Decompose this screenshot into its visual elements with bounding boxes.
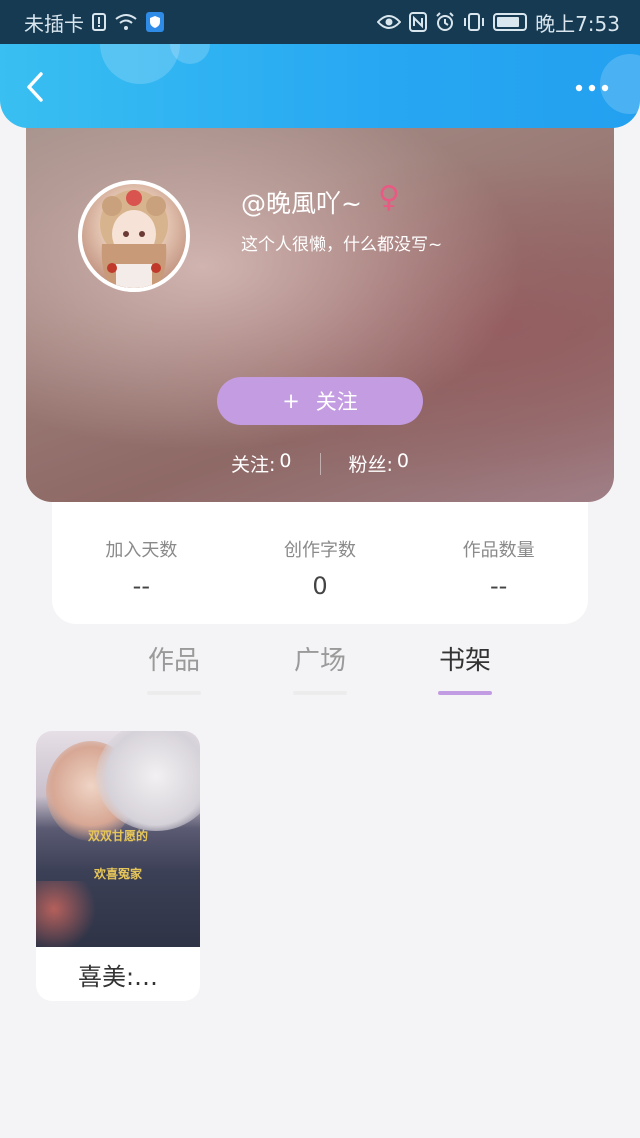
- clock: 晚上7:53: [535, 11, 620, 36]
- stat-value: --: [132, 572, 150, 600]
- stat-value: 0: [312, 572, 328, 600]
- carrier-label: 未插卡: [24, 11, 84, 36]
- following-count[interactable]: 关注: 0: [231, 450, 292, 477]
- avatar-illustration: [100, 190, 168, 288]
- follow-button-label: 关注: [315, 390, 358, 414]
- stat-label: 加入天数: [105, 540, 178, 561]
- tab-underline: [147, 691, 201, 695]
- tab-label: 作品: [147, 646, 200, 676]
- tab-bookshelf[interactable]: 书架: [415, 640, 515, 695]
- status-bar: 未插卡 晚上7:53: [0, 0, 640, 44]
- tab-label: 广场: [293, 646, 346, 676]
- nfc-icon: [409, 12, 428, 32]
- status-right: 晚上7:53: [377, 8, 620, 37]
- fans-value: 0: [396, 450, 409, 472]
- back-button[interactable]: [20, 70, 50, 104]
- fans-label: 粉丝:: [348, 454, 393, 476]
- eye-icon: [377, 14, 402, 30]
- stat-word-count: 创作字数 0: [245, 536, 395, 600]
- stat-value: --: [489, 572, 508, 600]
- user-bio: 这个人很懒，什么都没写~: [241, 235, 443, 255]
- stat-label: 作品数量: [462, 540, 535, 561]
- tab-label: 书架: [438, 646, 491, 676]
- count-divider: [319, 452, 321, 475]
- tab-square[interactable]: 广场: [270, 640, 370, 695]
- stats-card: 加入天数 -- 创作字数 0 作品数量 --: [52, 502, 588, 624]
- follow-button[interactable]: + 关注: [217, 377, 423, 425]
- fans-count[interactable]: 粉丝: 0: [349, 450, 410, 477]
- profile-header-card: @晚風吖~ ♀ 这个人很懒，什么都没写~ + 关注 关注: 0 粉丝: 0: [26, 110, 614, 502]
- stat-label: 创作字数: [283, 540, 356, 561]
- cover-text-line: 双双甘愿的: [87, 829, 148, 843]
- book-cover: 双双甘愿的 欢喜冤家: [36, 731, 200, 947]
- username: @晚風吖~: [241, 189, 362, 218]
- chevron-left-icon: [27, 72, 43, 102]
- follow-counts: 关注: 0 粉丝: 0: [26, 450, 614, 477]
- more-horizontal-icon: [575, 84, 609, 92]
- tab-underline-active: [438, 691, 492, 695]
- alarm-icon: [435, 12, 455, 32]
- plus-icon: +: [282, 389, 300, 413]
- tab-underline: [293, 691, 347, 695]
- battery-icon: [493, 13, 528, 31]
- cover-art-accent: [36, 881, 96, 947]
- female-gender-icon: ♀: [378, 180, 400, 215]
- decor-bubble: [100, 44, 180, 84]
- stat-works-count: 作品数量 --: [424, 536, 574, 600]
- security-shield-icon: [146, 12, 164, 32]
- wifi-icon: [114, 13, 138, 31]
- avatar[interactable]: [78, 180, 190, 292]
- following-value: 0: [279, 450, 292, 472]
- tab-works[interactable]: 作品: [124, 640, 224, 695]
- more-options-button[interactable]: [572, 76, 612, 100]
- stat-join-days: 加入天数 --: [66, 536, 216, 600]
- profile-tabs: 作品 广场 书架: [0, 640, 640, 700]
- cover-text-line: 欢喜冤家: [93, 867, 142, 881]
- top-navbar: [0, 44, 640, 128]
- vibrate-icon: [463, 12, 485, 32]
- following-label: 关注:: [231, 454, 276, 476]
- sim-alert-icon: [92, 13, 106, 31]
- book-card[interactable]: 双双甘愿的 欢喜冤家 喜美:…: [36, 731, 200, 1001]
- book-title: 喜美:…: [77, 962, 159, 991]
- status-left: 未插卡: [24, 8, 164, 37]
